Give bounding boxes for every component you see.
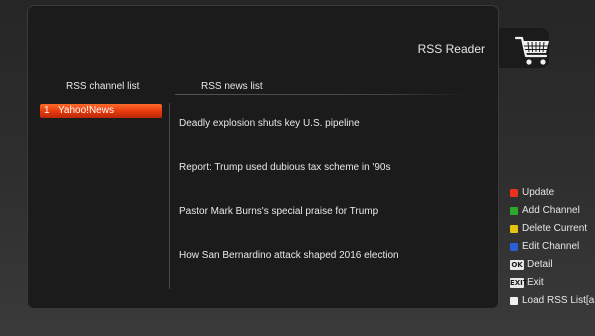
column-divider	[169, 103, 170, 289]
blue-key-icon	[510, 243, 518, 251]
news-item[interactable]: How San Bernardino attack shaped 2016 el…	[179, 250, 399, 261]
legend-label: Load RSS List[a	[522, 295, 595, 306]
legend-label: Exit	[527, 277, 544, 288]
yellow-key-icon	[510, 225, 518, 233]
page-title: RSS Reader	[417, 42, 485, 56]
shopping-cart-icon	[514, 36, 549, 65]
green-key-icon	[510, 207, 518, 215]
news-list-header: RSS news list	[201, 81, 263, 92]
header-divider	[175, 94, 470, 95]
news-item[interactable]: Report: Trump used dubious tax scheme in…	[179, 162, 390, 173]
legend-label: Add Channel	[522, 205, 580, 216]
channel-item-yahoo-news[interactable]: 1 Yahoo!News	[40, 104, 162, 118]
exit-key-icon: EXIT	[510, 278, 528, 288]
legend-label: Detail	[527, 259, 553, 270]
channel-number: 1	[44, 105, 50, 116]
legend-label: Edit Channel	[522, 241, 580, 252]
legend-label: Delete Current	[522, 223, 588, 234]
legend-label: Update	[522, 187, 555, 198]
ok-key-icon: OK	[510, 260, 524, 270]
news-item[interactable]: Pastor Mark Burns's special praise for T…	[179, 206, 378, 217]
white-key-icon	[510, 297, 518, 305]
channel-list-header: RSS channel list	[66, 81, 140, 92]
channel-name: Yahoo!News	[58, 105, 114, 116]
news-item[interactable]: Deadly explosion shuts key U.S. pipeline	[179, 118, 360, 129]
title-bar: RSS Reader	[27, 0, 485, 60]
red-key-icon	[510, 189, 518, 197]
